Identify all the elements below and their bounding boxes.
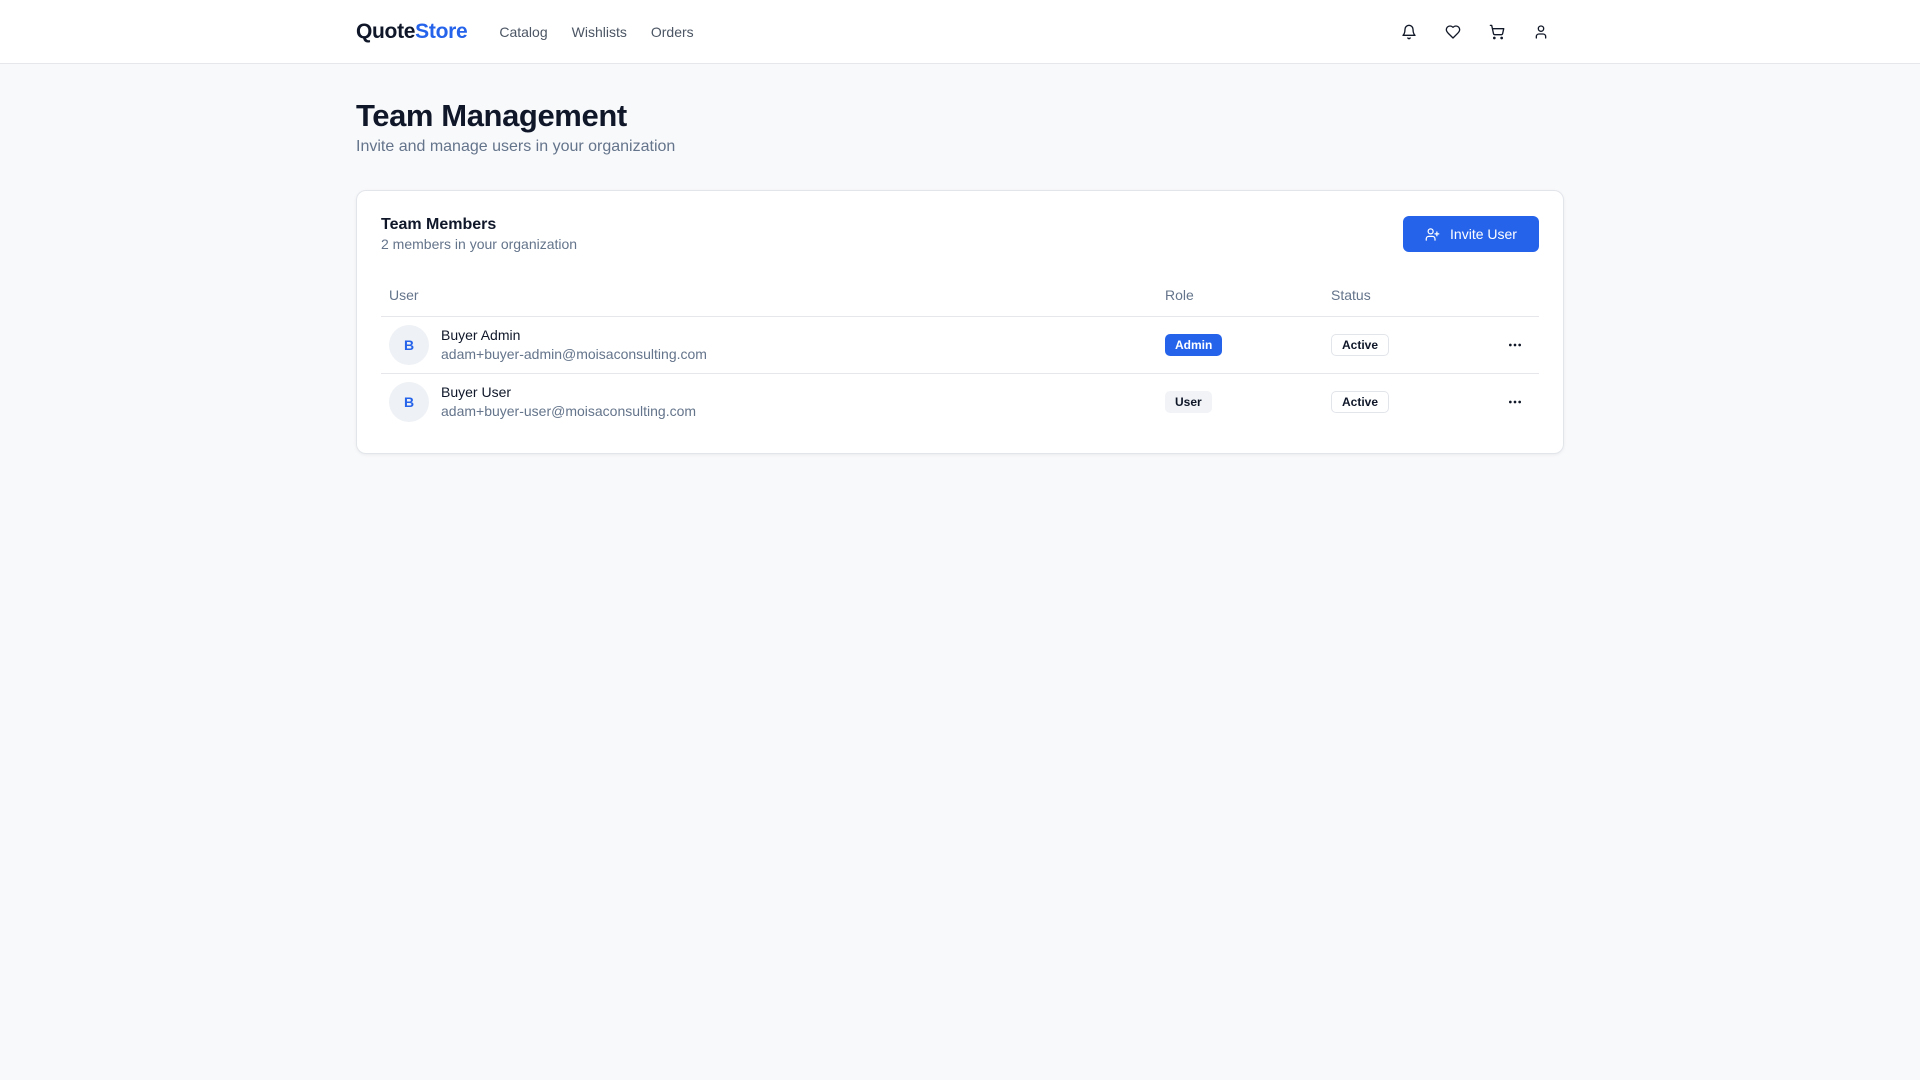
card-subtitle: 2 members in your organization xyxy=(381,236,578,252)
invite-user-label: Invite User xyxy=(1450,226,1517,242)
user-cell: B Buyer User adam+buyer-user@moisaconsul… xyxy=(381,373,1157,430)
status-badge: Active xyxy=(1331,333,1390,356)
status-cell: Active xyxy=(1323,373,1473,430)
row-actions-button[interactable] xyxy=(1501,388,1529,416)
nav-link-orders[interactable]: Orders xyxy=(651,24,694,40)
user-name: Buyer Admin xyxy=(441,327,521,343)
column-header-user: User xyxy=(381,274,1157,317)
main-content: Team Management Invite and manage users … xyxy=(356,98,1564,454)
user-plus-icon xyxy=(1425,227,1440,241)
cart-button[interactable] xyxy=(1486,21,1508,43)
actions-cell xyxy=(1473,316,1539,374)
user-cell: B Buyer Admin adam+buyer-admin@moisacons… xyxy=(381,316,1157,374)
avatar: B xyxy=(389,324,429,365)
page-subtitle: Invite and manage users in your organiza… xyxy=(356,138,676,155)
column-header-status: Status xyxy=(1323,274,1473,317)
top-navigation-bar: QuoteStore Catalog Wishlists Orders xyxy=(0,0,1920,64)
table-header-row: User Role Status xyxy=(381,274,1539,317)
logo[interactable]: QuoteStore xyxy=(356,20,468,44)
role-cell: User xyxy=(1157,373,1323,430)
row-actions-button[interactable] xyxy=(1501,331,1529,359)
user-email: adam+buyer-admin@moisaconsulting.com xyxy=(441,346,707,362)
cart-icon xyxy=(1489,24,1505,40)
status-cell: Active xyxy=(1323,316,1473,374)
more-horizontal-icon xyxy=(1509,343,1521,346)
logo-text-quote: Quote xyxy=(356,20,416,43)
nav-link-catalog[interactable]: Catalog xyxy=(499,24,547,40)
column-header-actions xyxy=(1473,274,1539,317)
user-email: adam+buyer-user@moisaconsulting.com xyxy=(441,403,697,420)
more-horizontal-icon xyxy=(1509,400,1521,404)
card-header: Team Members 2 members in your organizat… xyxy=(381,215,1539,252)
user-icon xyxy=(1535,25,1547,39)
user-name: Buyer User xyxy=(441,384,512,401)
status-badge: Active xyxy=(1331,390,1390,413)
table-row: B Buyer User adam+buyer-user@moisaconsul… xyxy=(381,373,1539,430)
role-badge: Admin xyxy=(1165,333,1223,356)
top-navigation-inner: QuoteStore Catalog Wishlists Orders xyxy=(356,0,1564,64)
logo-text-store: Store xyxy=(415,20,468,43)
nav-link-wishlists[interactable]: Wishlists xyxy=(572,24,627,40)
members-table: User Role Status B Buyer Admin adam+buye… xyxy=(381,274,1539,430)
main-nav: Catalog Wishlists Orders xyxy=(499,24,693,40)
notifications-button[interactable] xyxy=(1398,21,1420,43)
account-button[interactable] xyxy=(1530,21,1552,43)
card-heading: Team Members 2 members in your organizat… xyxy=(381,215,577,252)
team-members-card: Team Members 2 members in your organizat… xyxy=(356,190,1564,454)
heart-icon xyxy=(1445,25,1461,39)
table-row: B Buyer Admin adam+buyer-admin@moisacons… xyxy=(381,316,1539,374)
bell-icon xyxy=(1402,24,1416,40)
role-cell: Admin xyxy=(1157,316,1323,374)
column-header-role: Role xyxy=(1157,274,1323,317)
role-badge: User xyxy=(1165,390,1212,413)
avatar: B xyxy=(389,381,429,422)
header-actions xyxy=(1398,21,1552,43)
wishlist-button[interactable] xyxy=(1442,21,1464,43)
page-title: Team Management xyxy=(356,98,627,133)
card-title: Team Members xyxy=(381,216,497,233)
actions-cell xyxy=(1473,373,1539,430)
invite-user-button[interactable]: Invite User xyxy=(1403,216,1539,252)
